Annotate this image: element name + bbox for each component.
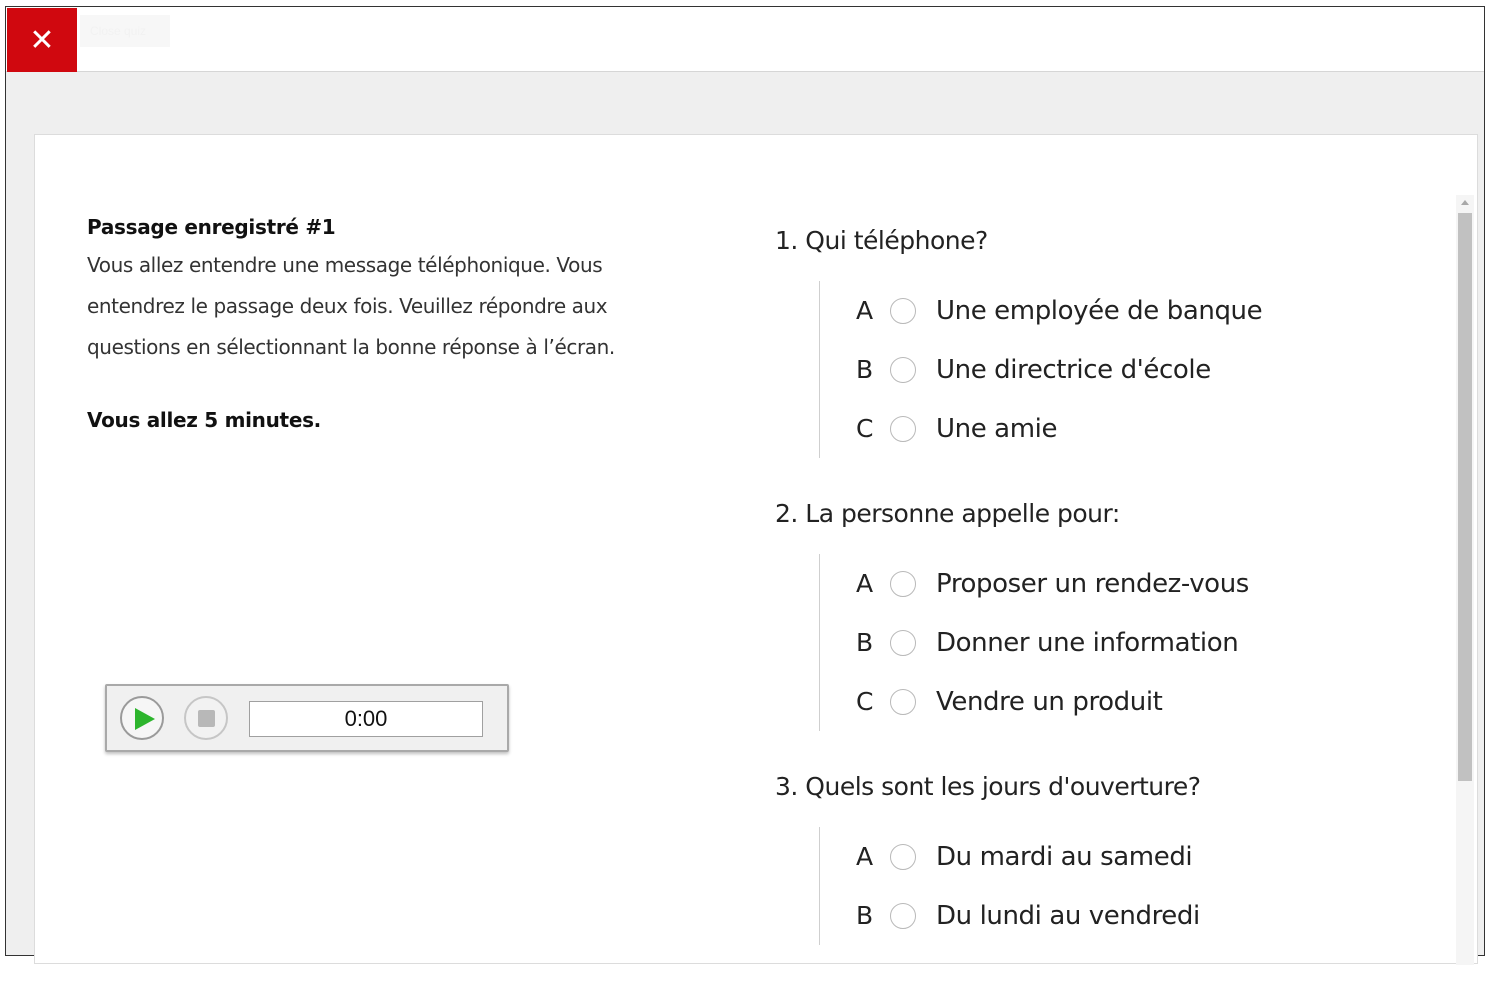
option-letter: C [856,414,874,443]
option-letter: A [856,569,874,598]
option-text: Du lundi au vendredi [936,900,1200,931]
radio-button[interactable] [890,415,916,442]
option-text: Du mardi au samedi [936,841,1193,872]
quiz-card: Passage enregistré #1 Vous allez entendr… [34,134,1478,965]
option-text: Donner une information [936,627,1239,658]
close-label[interactable]: Close quiz [80,15,170,47]
question-title: 1. Qui téléphone? [775,226,988,255]
radio-button[interactable] [890,902,916,929]
passage-panel: Passage enregistré #1 Vous allez entendr… [87,215,667,452]
question-3: 3. Quels sont les jours d'ouverture? A D… [775,767,1435,945]
option-b[interactable]: B Donner une information [856,613,1435,672]
option-a[interactable]: A Une employée de banque [856,281,1435,340]
top-bar: ✕ Close quiz [6,7,1484,72]
options-list: A Proposer un rendez-vous B Donner une i… [819,554,1435,731]
option-c[interactable]: C Vendre un produit [856,672,1435,731]
radio-button[interactable] [890,629,916,656]
play-icon [135,708,155,730]
option-letter: B [856,355,874,384]
time-display: 0:00 [249,701,483,737]
option-a[interactable]: A Du mardi au samedi [856,827,1435,886]
radio-button[interactable] [890,688,916,715]
audio-player: 0:00 [105,684,509,752]
radio-button[interactable] [890,843,916,870]
option-text: Vendre un produit [936,686,1163,717]
option-c[interactable]: C Une amie [856,399,1435,458]
option-b[interactable]: B Une directrice d'école [856,340,1435,399]
question-title: 2. La personne appelle pour: [775,499,1120,528]
option-text: Une amie [936,413,1058,444]
radio-button[interactable] [890,297,916,324]
option-letter: C [856,687,874,716]
option-letter: A [856,842,874,871]
passage-title: Passage enregistré #1 [87,215,336,239]
option-text: Une employée de banque [936,295,1263,326]
scroll-thumb[interactable] [1458,213,1472,781]
option-text: Une directrice d'école [936,354,1211,385]
options-list: A Une employée de banque B Une directric… [819,281,1435,458]
option-letter: A [856,296,874,325]
radio-button[interactable] [890,570,916,597]
passage-instructions: Vous allez entendre une message téléphon… [87,253,615,359]
stop-icon [198,710,215,727]
question-1: 1. Qui téléphone? A Une employée de banq… [775,221,1435,458]
question-2: 2. La personne appelle pour: A Proposer … [775,494,1435,731]
option-letter: B [856,628,874,657]
option-a[interactable]: A Proposer un rendez-vous [856,554,1435,613]
passage-time-note: Vous allez 5 minutes. [87,408,321,432]
app-frame: ✕ Close quiz Passage enregistré #1 Vous … [5,6,1485,965]
options-list: A Du mardi au samedi B Du lundi au vendr… [819,827,1435,945]
play-button[interactable] [120,696,164,740]
radio-button[interactable] [890,356,916,383]
scroll-up-arrow-icon[interactable] [1461,200,1469,205]
questions-panel: 1. Qui téléphone? A Une employée de banq… [775,221,1435,981]
stop-button[interactable] [184,696,228,740]
option-text: Proposer un rendez-vous [936,568,1249,599]
close-button[interactable]: ✕ [7,8,77,72]
option-b[interactable]: B Du lundi au vendredi [856,886,1435,945]
scrollbar[interactable] [1456,195,1474,965]
question-title: 3. Quels sont les jours d'ouverture? [775,772,1201,801]
option-letter: B [856,901,874,930]
close-icon: ✕ [29,23,55,57]
